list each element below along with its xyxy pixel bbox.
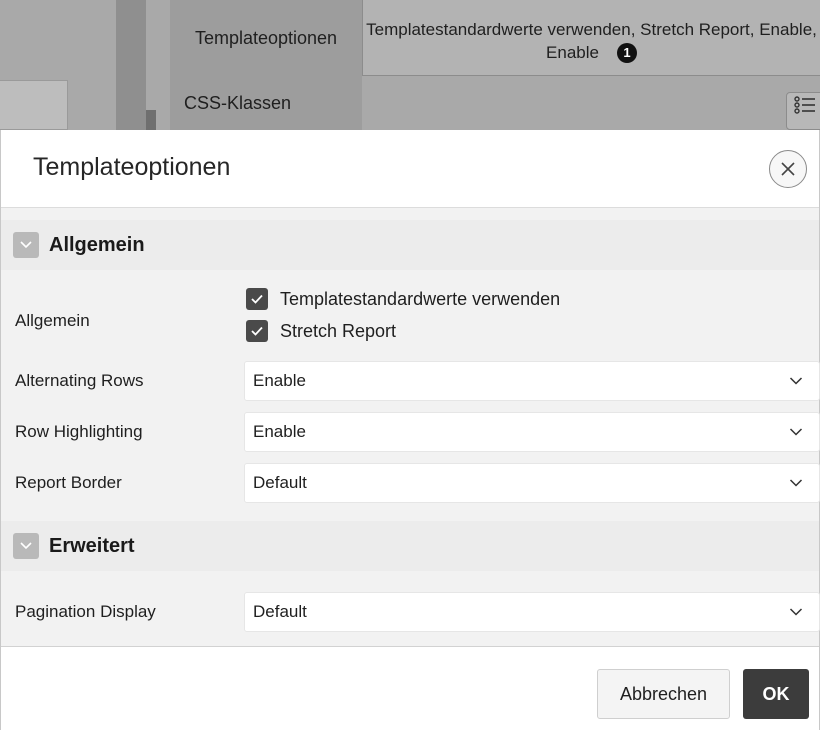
checkbox-stretch-report[interactable]: Stretch Report [246,320,396,342]
background-tab-summary: Templatestandardwerte verwenden, Stretch… [362,0,820,76]
close-button[interactable] [769,150,807,188]
report-border-label: Report Border [15,473,122,492]
section-general-header[interactable]: Allgemein [1,220,819,270]
row-highlighting-label: Row Highlighting [15,422,143,441]
section-advanced-header[interactable]: Erweitert [1,521,819,571]
background-summary-text: Templatestandardwerte verwenden, Stretch… [366,20,817,62]
section-advanced-title: Erweitert [49,534,135,557]
cancel-button[interactable]: Abbrechen [597,669,730,719]
pagination-display-label: Pagination Display [15,602,156,621]
chevron-down-icon [789,608,803,616]
chevron-down-icon [20,542,32,550]
section-general-toggle[interactable] [13,232,39,258]
dialog-body: Allgemein Allgemein Templatestandardwert… [1,208,820,646]
field-row-row-highlighting: Row Highlighting Enable [1,412,820,452]
background-list-button [786,92,820,130]
checkbox-use-template-defaults[interactable]: Templatestandardwerte verwenden [246,288,560,310]
checkbox-use-template-defaults-box[interactable] [246,288,268,310]
pagination-display-select[interactable]: Default [244,592,820,632]
background-css-classes-text: CSS-Klassen [184,92,292,113]
row-highlighting-value: Enable [253,422,306,441]
field-row-pagination-display: Pagination Display Default [1,592,820,632]
alternating-rows-value: Enable [253,371,306,390]
background-badge: 1 [616,43,637,63]
report-border-select[interactable]: Default [244,463,820,503]
chevron-down-icon [789,479,803,487]
background-scroll-handle [146,110,156,130]
background-divider [116,0,146,130]
template-options-dialog: Templateoptionen Allgemein Allgemein Tem… [0,130,820,730]
general-group-label: Allgemein [15,311,90,330]
alternating-rows-select[interactable]: Enable [244,361,820,401]
close-icon [781,162,795,176]
background-css-classes-field [362,76,820,130]
section-advanced-toggle[interactable] [13,533,39,559]
checkbox-stretch-report-label: Stretch Report [280,320,397,341]
dialog-footer: Abbrechen OK [1,646,819,730]
checkmark-icon [251,326,263,336]
field-row-alternating-rows: Alternating Rows Enable [1,361,820,401]
dialog-title: Templateoptionen [33,153,231,181]
checkbox-use-template-defaults-label: Templatestandardwerte verwenden [280,288,561,309]
background-card [0,80,68,130]
chevron-down-icon [789,428,803,436]
chevron-down-icon [20,241,32,249]
field-row-report-border: Report Border Default [1,463,820,503]
pagination-display-value: Default [253,602,307,621]
row-highlighting-select[interactable]: Enable [244,412,820,452]
checkmark-icon [251,294,263,304]
report-border-value: Default [253,473,307,492]
general-checkbox-group: Allgemein Templatestandardwerte verwende… [1,278,819,342]
background-css-classes-label: CSS-Klassen [170,76,362,130]
checkbox-stretch-report-box[interactable] [246,320,268,342]
dialog-header: Templateoptionen [1,130,819,208]
background-tab-label: Templateoptionen [194,27,338,48]
background-tab-template-options: Templateoptionen [170,0,362,76]
ok-button[interactable]: OK [743,669,809,719]
section-general-title: Allgemein [49,233,145,256]
alternating-rows-label: Alternating Rows [15,371,144,390]
chevron-down-icon [789,377,803,385]
list-icon [794,96,815,114]
